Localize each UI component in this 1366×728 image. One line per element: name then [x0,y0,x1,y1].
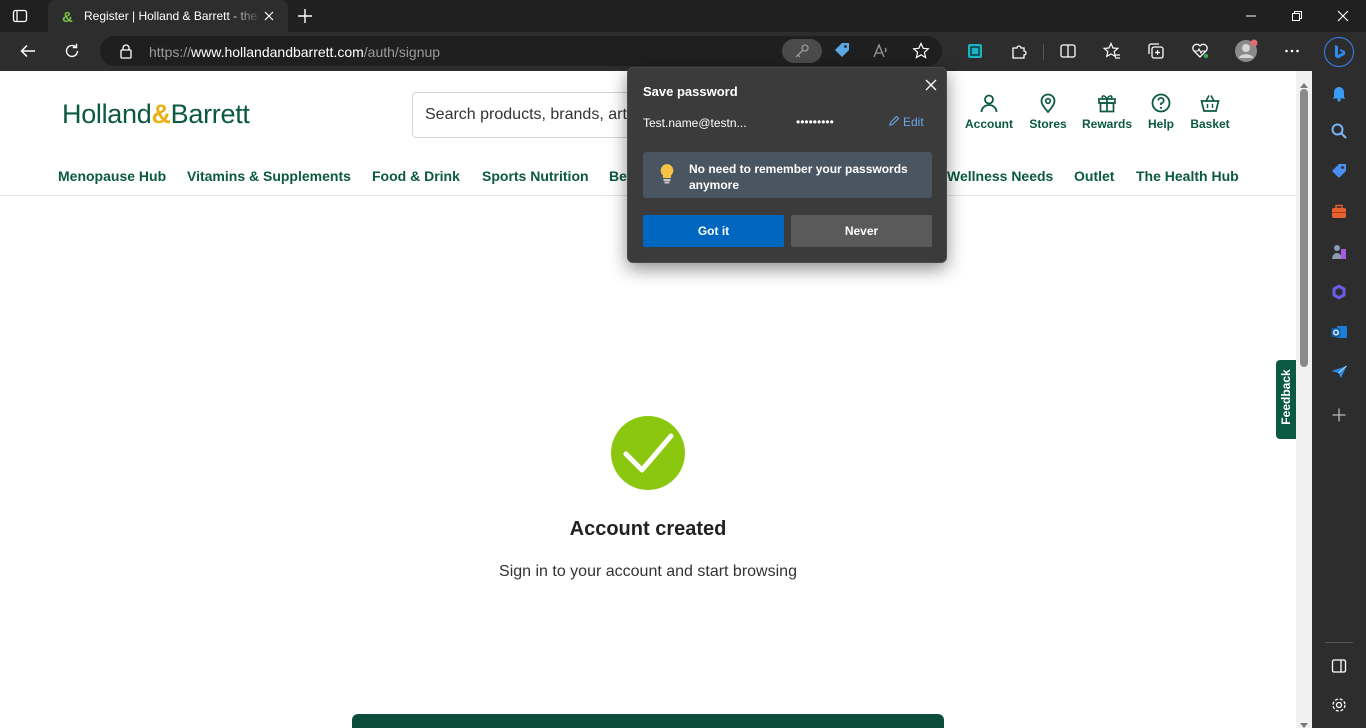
sidebar-settings-gear-icon[interactable] [1326,692,1352,718]
nav-sports-nutrition[interactable]: Sports Nutrition [482,168,589,184]
favorite-star-icon[interactable] [912,42,930,60]
browser-essentials-icon[interactable] [1184,35,1216,67]
password-tip-banner: No need to remember your passwords anymo… [643,152,932,198]
tab-close-icon[interactable] [262,9,276,23]
nav-menopause-hub[interactable]: Menopause Hub [58,168,166,184]
nav-food-drink[interactable]: Food & Drink [372,168,460,184]
tools-briefcase-icon[interactable] [1326,199,1352,225]
outlook-icon[interactable] [1326,319,1352,345]
success-check-icon [611,416,685,490]
edge-sidebar [1312,32,1366,728]
microsoft-365-icon[interactable] [1326,279,1352,305]
account-created-heading: Account created [569,518,727,540]
search-icon[interactable] [1326,118,1352,144]
active-tab[interactable]: & Register | Holland & Barrett - the [48,0,288,32]
back-icon[interactable] [12,35,44,67]
collections-icon[interactable] [1140,35,1172,67]
close-window-icon[interactable] [1320,0,1366,32]
account-icon [980,94,998,113]
pencil-icon [889,115,900,126]
scroll-thumb[interactable] [1300,89,1308,367]
dialog-title: Save password [643,84,738,99]
tab-actions-icon[interactable] [12,8,28,24]
notifications-bell-icon[interactable] [1326,80,1352,106]
add-sidebar-app-icon[interactable] [1326,402,1352,428]
basket-icon [1200,95,1220,112]
title-bar: & Register | Holland & Barrett - the [0,0,1366,32]
split-screen-icon[interactable] [1052,35,1084,67]
scroll-down-arrow-icon[interactable] [1300,716,1308,728]
page-scrollbar[interactable] [1296,71,1312,728]
minimize-icon[interactable] [1228,0,1274,32]
address-bar[interactable]: https://www.hollandandbarrett.com/auth/s… [100,36,942,66]
more-options-icon[interactable] [1276,35,1308,67]
games-icon[interactable] [1326,239,1352,265]
nav-outlet[interactable]: Outlet [1074,168,1114,184]
favorites-icon[interactable] [1096,35,1128,67]
got-it-button[interactable]: Got it [643,215,784,247]
save-password-dialog: Save password Test.name@testn... •••••••… [627,67,947,263]
holland-barrett-logo[interactable]: Holland&Barrett [62,99,250,130]
refresh-icon[interactable] [56,35,88,67]
extension-teal-icon[interactable] [959,35,991,67]
url-text: https://www.hollandandbarrett.com/auth/s… [149,44,441,60]
close-icon[interactable] [920,74,942,96]
site-favicon-icon: & [59,8,75,26]
lightbulb-icon [658,163,676,185]
edit-link[interactable]: Edit [888,115,924,129]
coupon-tag-icon[interactable] [833,42,851,60]
restore-icon[interactable] [1274,0,1320,32]
send-drop-icon[interactable] [1326,359,1352,385]
nav-beauty[interactable]: Be [609,168,627,184]
read-aloud-icon[interactable] [872,42,890,60]
never-button[interactable]: Never [791,215,932,247]
shopping-tag-icon[interactable] [1326,159,1352,185]
svg-text:&: & [62,9,73,24]
basket-link[interactable]: Basket [1174,93,1246,131]
saved-username: Test.name@testn... [643,116,747,130]
bing-copilot-icon[interactable] [1324,37,1354,67]
location-pin-icon [1040,93,1056,113]
nav-health-hub[interactable]: The Health Hub [1136,168,1239,184]
lock-icon[interactable] [118,43,134,59]
saved-password-mask: ••••••••• [796,115,834,129]
account-created-subtitle: Sign in to your account and start browsi… [499,563,797,580]
profile-avatar[interactable] [1230,35,1262,67]
password-key-icon[interactable] [782,39,822,63]
tip-text: No need to remember your passwords anymo… [689,162,908,192]
sign-in-button[interactable] [352,714,944,728]
nav-wellness-needs[interactable]: Wellness Needs [947,168,1053,184]
nav-vitamins-supplements[interactable]: Vitamins & Supplements [187,168,351,184]
gift-icon [1098,95,1116,113]
search-placeholder: Search products, brands, art [425,106,627,123]
search-input[interactable]: Search products, brands, art [412,92,652,138]
hide-sidebar-icon[interactable] [1326,653,1352,679]
new-tab-icon[interactable] [296,7,314,25]
help-question-icon [1151,93,1171,113]
feedback-tab[interactable]: Feedback [1276,360,1296,439]
browser-toolbar: https://www.hollandandbarrett.com/auth/s… [0,32,1312,71]
extensions-puzzle-icon[interactable] [1003,35,1035,67]
